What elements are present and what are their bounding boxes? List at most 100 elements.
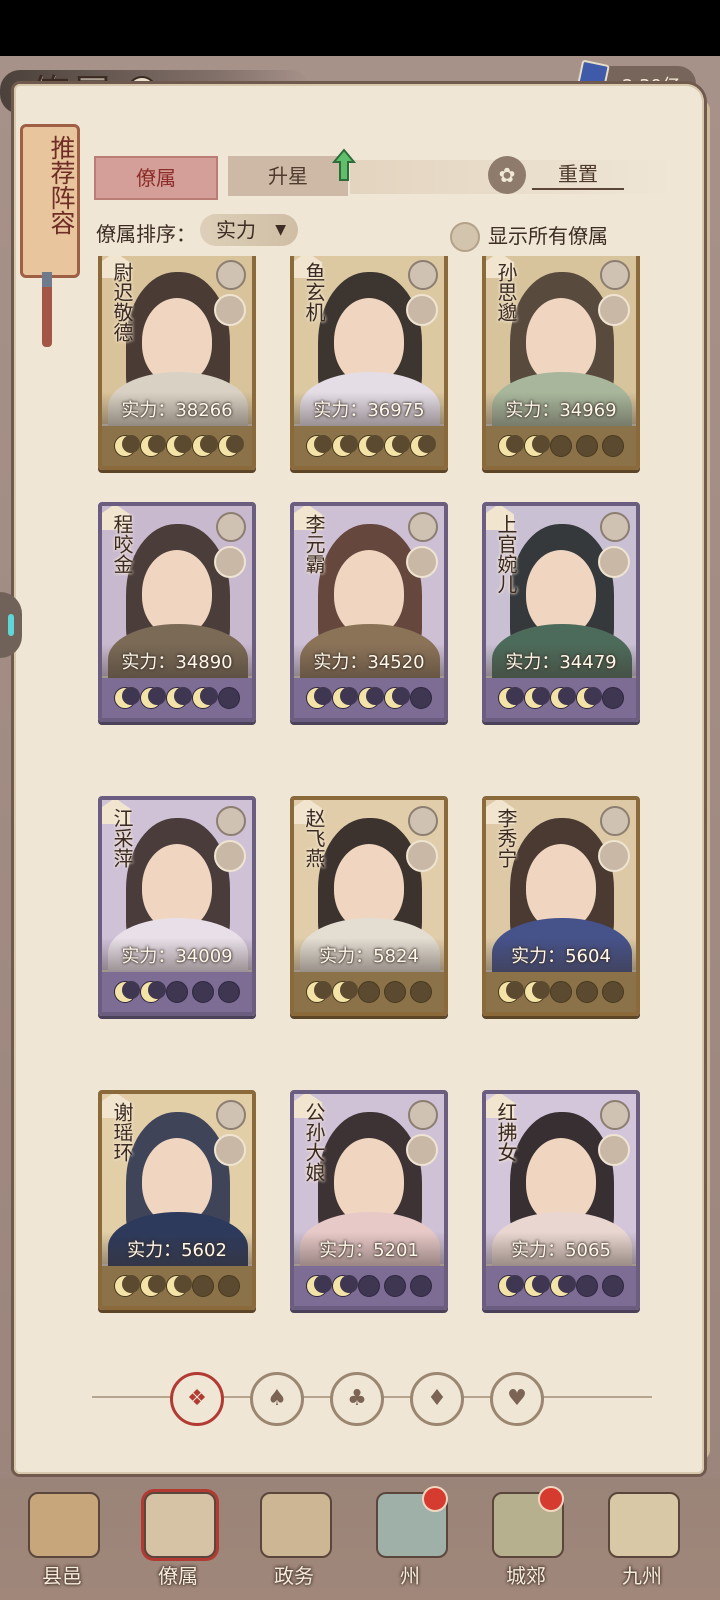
- moon-star-empty-icon: [550, 435, 572, 457]
- subordinate-card[interactable]: 公孙大娘 实力：5201: [290, 1090, 448, 1310]
- moon-star-filled-icon: [524, 435, 550, 457]
- subordinate-name: 谢瑶环: [110, 1102, 134, 1162]
- tassel-decoration: [42, 272, 52, 347]
- subordinate-name: 江采萍: [110, 808, 134, 868]
- nav-item[interactable]: 政务: [246, 1486, 342, 1594]
- subordinate-name: 孙思邈: [494, 262, 518, 322]
- sort-label: 僚属排序：: [96, 222, 196, 246]
- reset-button[interactable]: 重置: [532, 160, 624, 190]
- moon-star-filled-icon: [140, 1275, 166, 1297]
- subordinate-card[interactable]: 李秀宁 实力：5604: [482, 796, 640, 1016]
- moon-star-filled-icon: [166, 687, 192, 709]
- star-rating: [294, 678, 444, 718]
- moon-star-filled-icon: [192, 435, 218, 457]
- moon-star-filled-icon: [140, 435, 166, 457]
- subordinate-card[interactable]: 孙思邈 实力：34969: [482, 256, 640, 470]
- subordinate-card[interactable]: 尉迟敬德 实力：38266: [98, 256, 256, 470]
- nav-label: 州: [400, 1564, 420, 1588]
- recommended-lineup-tag[interactable]: 推荐阵容: [20, 124, 80, 278]
- nav-building-icon: [144, 1492, 216, 1558]
- moon-star-filled-icon: [166, 435, 192, 457]
- partner-avatar: [214, 294, 246, 326]
- power-value: 实力：5602: [127, 1240, 227, 1261]
- moon-star-filled-icon: [306, 1275, 332, 1297]
- power-value: 实力：5065: [511, 1240, 611, 1261]
- moon-star-empty-icon: [602, 687, 624, 709]
- star-rating: [102, 426, 252, 466]
- star-rating: [102, 1266, 252, 1306]
- subordinate-card[interactable]: 谢瑶环 实力：5602: [98, 1090, 256, 1310]
- moon-star-filled-icon: [114, 687, 140, 709]
- moon-star-empty-icon: [384, 981, 406, 1003]
- star-rating: [294, 426, 444, 466]
- attribute-icon: [408, 806, 438, 836]
- notification-badge: [538, 1486, 564, 1512]
- subordinate-grid[interactable]: 尉迟敬德 实力：38266 鱼玄机 实力：36975 孙思邈 实力：34969: [90, 256, 660, 1352]
- nav-label: 县邑: [42, 1564, 82, 1588]
- moon-star-filled-icon: [524, 1275, 550, 1297]
- moon-star-empty-icon: [192, 1275, 214, 1297]
- show-all-label: 显示所有僚属: [488, 224, 608, 248]
- subordinate-name: 赵飞燕: [302, 808, 326, 868]
- subordinate-card[interactable]: 赵飞燕 实力：5824: [290, 796, 448, 1016]
- subordinate-card[interactable]: 程咬金 实力：34890: [98, 502, 256, 722]
- moon-star-empty-icon: [602, 981, 624, 1003]
- moon-star-filled-icon: [550, 1275, 576, 1297]
- moon-star-empty-icon: [358, 1275, 380, 1297]
- nav-building-icon: [28, 1492, 100, 1558]
- moon-star-filled-icon: [306, 435, 332, 457]
- nav-item[interactable]: 县邑: [14, 1486, 110, 1594]
- partner-avatar: [406, 1134, 438, 1166]
- show-all-checkbox[interactable]: [450, 222, 480, 252]
- moon-star-empty-icon: [192, 981, 214, 1003]
- nav-item[interactable]: 九州: [594, 1486, 690, 1594]
- moon-star-filled-icon: [192, 687, 218, 709]
- all-filter-icon[interactable]: ❖: [170, 1372, 224, 1426]
- subordinate-name: 鱼玄机: [302, 262, 326, 322]
- recommended-lineup-label: 推荐阵容: [47, 135, 76, 235]
- subordinate-name: 红拂女: [494, 1102, 518, 1162]
- moon-star-filled-icon: [498, 1275, 524, 1297]
- star-rating: [486, 678, 636, 718]
- moon-star-empty-icon: [576, 435, 598, 457]
- faction-4-icon[interactable]: ♥: [490, 1372, 544, 1426]
- subordinate-card[interactable]: 上官婉儿 实力：34479: [482, 502, 640, 722]
- subordinate-card[interactable]: 李元霸 实力：34520: [290, 502, 448, 722]
- power-value: 实力：5201: [319, 1240, 419, 1261]
- moon-star-filled-icon: [576, 687, 602, 709]
- moon-star-filled-icon: [332, 687, 358, 709]
- star-rating: [486, 426, 636, 466]
- faction-1-icon[interactable]: ♠: [250, 1372, 304, 1426]
- sort-dropdown[interactable]: 实力 ▼: [200, 214, 298, 246]
- reset-icon[interactable]: ✿: [488, 156, 526, 194]
- attribute-icon: [600, 1100, 630, 1130]
- tab-star-up[interactable]: 升星: [228, 156, 348, 196]
- nav-item[interactable]: 僚属: [130, 1486, 226, 1594]
- moon-star-filled-icon: [332, 981, 358, 1003]
- star-rating: [102, 678, 252, 718]
- attribute-icon: [600, 260, 630, 290]
- partner-avatar: [598, 1134, 630, 1166]
- moon-star-filled-icon: [166, 1275, 192, 1297]
- moon-star-filled-icon: [332, 1275, 358, 1297]
- faction-2-icon[interactable]: ♣: [330, 1372, 384, 1426]
- subordinate-card[interactable]: 红拂女 实力：5065: [482, 1090, 640, 1310]
- subordinate-card[interactable]: 江采萍 实力：34009: [98, 796, 256, 1016]
- partner-avatar: [406, 840, 438, 872]
- star-rating: [294, 1266, 444, 1306]
- power-value: 实力：36975: [313, 400, 425, 421]
- moon-star-filled-icon: [524, 687, 550, 709]
- nav-item[interactable]: 州: [362, 1486, 458, 1594]
- attribute-icon: [600, 512, 630, 542]
- moon-star-empty-icon: [166, 981, 188, 1003]
- green-up-arrow-icon: [332, 148, 356, 181]
- power-value: 实力：34969: [505, 400, 617, 421]
- moon-star-empty-icon: [218, 1275, 240, 1297]
- tab-subordinates[interactable]: 僚属: [94, 156, 218, 200]
- faction-3-icon[interactable]: ♦: [410, 1372, 464, 1426]
- moon-star-filled-icon: [140, 687, 166, 709]
- subordinate-card[interactable]: 鱼玄机 实力：36975: [290, 256, 448, 470]
- moon-star-filled-icon: [140, 981, 166, 1003]
- nav-item[interactable]: 城郊: [478, 1486, 574, 1594]
- attribute-icon: [216, 260, 246, 290]
